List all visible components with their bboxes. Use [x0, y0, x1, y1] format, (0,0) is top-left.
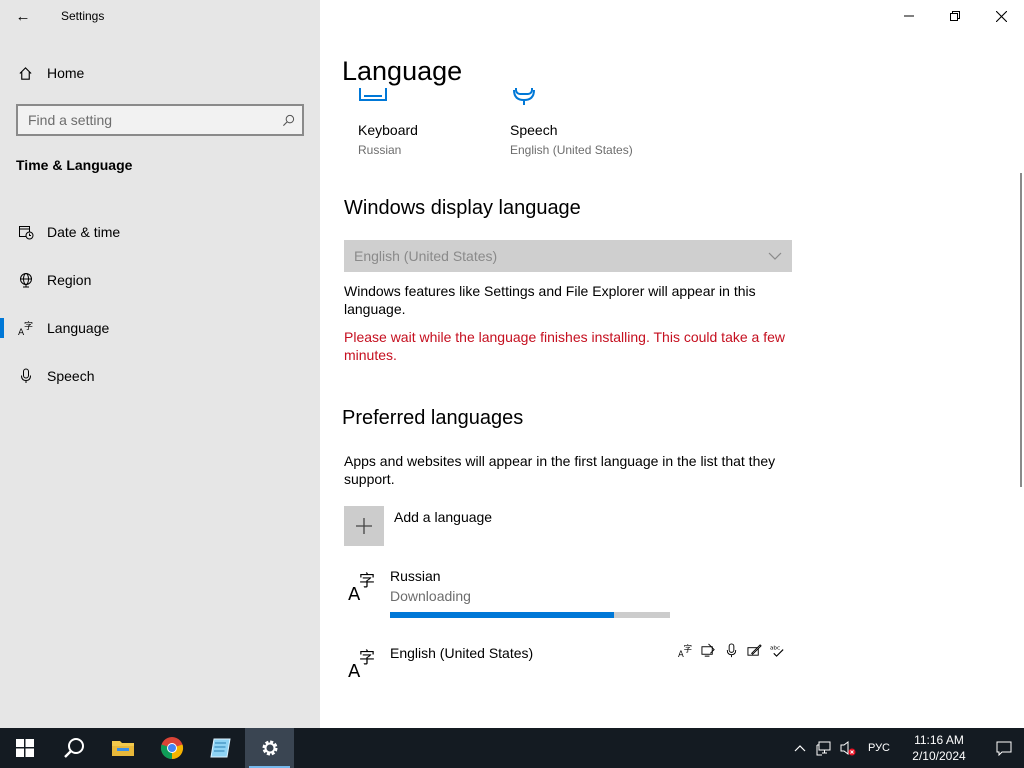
- start-icon: [15, 739, 34, 757]
- sidebar: ← Settings Home Find a setting Time & La…: [0, 0, 320, 728]
- progress-fill: [390, 612, 614, 618]
- tile-name: Speech: [510, 122, 558, 138]
- svg-text:字: 字: [684, 643, 692, 653]
- page-title: Language: [342, 56, 463, 86]
- main-content: Language Keyboard Russian Speech English…: [320, 0, 1024, 728]
- globe-icon: [0, 272, 47, 288]
- taskbar: РУС 11:16 AM 2/10/2024: [0, 728, 1024, 768]
- clock[interactable]: 11:16 AM 2/10/2024: [904, 732, 974, 764]
- title-bar: ← Settings: [0, 0, 320, 32]
- display-language-heading: Windows display language: [344, 197, 581, 219]
- taskbar-notepad[interactable]: [196, 728, 245, 768]
- network-icon: [816, 741, 831, 756]
- plus-icon: [344, 506, 384, 546]
- chevron-up-icon: [794, 745, 806, 752]
- language-icon: A字: [346, 568, 380, 605]
- svg-text:字: 字: [359, 648, 375, 667]
- system-tray: РУС 11:16 AM 2/10/2024: [788, 728, 1024, 768]
- back-arrow-icon: ←: [15, 7, 31, 25]
- notepad-icon: [209, 738, 231, 758]
- add-language-label: Add a language: [394, 509, 493, 525]
- sidebar-item-speech[interactable]: Speech: [0, 352, 320, 400]
- tile-subtitle: Russian: [358, 143, 402, 157]
- taskbar-settings[interactable]: [245, 728, 294, 768]
- notification-icon: [996, 741, 1012, 756]
- sidebar-item-label: Language: [47, 320, 110, 336]
- home-link[interactable]: Home: [0, 57, 320, 89]
- download-progress-bar: [390, 612, 670, 618]
- file-explorer-icon: [111, 741, 134, 756]
- language-name: Russian: [390, 568, 441, 584]
- sidebar-nav: Date & time Region A字 Language Speech: [0, 208, 320, 400]
- input-language-indicator[interactable]: РУС: [868, 742, 890, 754]
- speech-icon: [510, 88, 660, 106]
- microphone-icon: [0, 368, 47, 384]
- scrollbar[interactable]: [1020, 173, 1022, 487]
- add-language-button[interactable]: Add a language: [344, 506, 492, 546]
- speech-tile[interactable]: Speech English (United States): [510, 88, 660, 157]
- volume-muted-icon: [840, 741, 856, 756]
- language-icon: A字: [346, 645, 380, 682]
- preferred-languages-heading: Preferred languages: [342, 407, 524, 429]
- keyboard-tile[interactable]: Keyboard Russian: [358, 88, 508, 157]
- clock-date: 2/10/2024: [912, 749, 966, 763]
- sidebar-item-date-time[interactable]: Date & time: [0, 208, 320, 256]
- speech-mic-icon: [723, 641, 740, 659]
- spellcheck-icon: abc: [769, 641, 786, 659]
- display-language-description: Windows features like Settings and File …: [344, 283, 756, 317]
- app-title: Settings: [61, 9, 105, 23]
- start-button[interactable]: [0, 728, 49, 768]
- install-warning: Please wait while the language finishes …: [344, 329, 785, 363]
- search-input[interactable]: Find a setting: [16, 104, 304, 136]
- back-button[interactable]: ←: [0, 0, 46, 32]
- chrome-icon: [160, 737, 183, 760]
- section-title: Time & Language: [16, 157, 133, 173]
- tile-name: Keyboard: [358, 122, 418, 138]
- taskbar-chrome[interactable]: [147, 728, 196, 768]
- language-status: Downloading: [390, 588, 471, 604]
- home-icon: [0, 66, 47, 81]
- svg-text:字: 字: [24, 320, 33, 332]
- svg-text:abc: abc: [770, 645, 780, 651]
- sidebar-item-language[interactable]: A字 Language: [0, 304, 320, 352]
- home-label: Home: [47, 65, 85, 81]
- language-icon: A字: [0, 320, 47, 336]
- sidebar-item-label: Date & time: [47, 224, 121, 240]
- preferred-languages-description: Apps and websites will appear in the fir…: [344, 453, 776, 487]
- search-placeholder: Find a setting: [28, 112, 113, 128]
- search-icon: [63, 738, 84, 758]
- sidebar-item-label: Speech: [47, 368, 95, 384]
- clock-time: 11:16 AM: [914, 733, 964, 747]
- search-icon[interactable]: [274, 114, 302, 127]
- display-language-icon: [700, 641, 717, 659]
- svg-text:字: 字: [359, 571, 375, 590]
- action-center-button[interactable]: [984, 740, 1024, 756]
- language-pack-icon: A字: [677, 641, 694, 659]
- dropdown-value: English (United States): [354, 248, 498, 264]
- language-name: English (United States): [390, 645, 534, 661]
- handwriting-icon: [746, 641, 763, 659]
- language-features: A字 abc: [677, 641, 786, 659]
- network-button[interactable]: [812, 728, 836, 768]
- show-hidden-icons-button[interactable]: [788, 728, 812, 768]
- tile-subtitle: English (United States): [510, 143, 633, 157]
- taskbar-search-button[interactable]: [49, 728, 98, 768]
- calendar-clock-icon: [0, 224, 47, 240]
- settings-icon: [262, 740, 277, 756]
- volume-button[interactable]: [836, 728, 860, 768]
- taskbar-file-explorer[interactable]: [98, 728, 147, 768]
- sidebar-item-region[interactable]: Region: [0, 256, 320, 304]
- chevron-down-icon: [768, 247, 782, 265]
- sidebar-item-label: Region: [47, 272, 92, 288]
- display-language-dropdown[interactable]: English (United States): [344, 240, 792, 272]
- keyboard-icon: [358, 88, 508, 106]
